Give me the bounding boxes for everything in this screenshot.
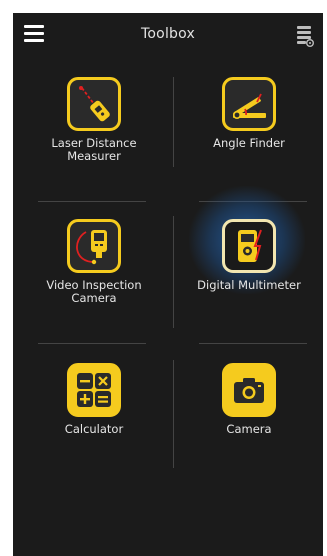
tool-video-inspection-camera[interactable]: Video Inspection Camera	[19, 219, 169, 305]
tool-label: Calculator	[64, 422, 124, 436]
row-divider	[38, 343, 146, 344]
laser-distance-icon	[67, 77, 121, 131]
tool-label: Camera	[226, 422, 272, 436]
row-divider	[38, 201, 146, 202]
settings-list-icon[interactable]	[296, 25, 314, 47]
tool-laser-distance-measurer[interactable]: Laser Distance Measurer	[19, 77, 169, 163]
tool-camera[interactable]: Camera	[174, 363, 324, 436]
tool-label: Video Inspection Camera	[46, 278, 142, 305]
multimeter-icon	[222, 219, 276, 273]
row-divider	[199, 343, 307, 344]
calculator-icon	[67, 363, 121, 417]
angle-finder-icon	[222, 77, 276, 131]
tool-label: Laser Distance Measurer	[51, 136, 137, 163]
video-inspection-icon	[67, 219, 121, 273]
top-bar: Toolbox	[13, 13, 323, 59]
tool-label: Angle Finder	[213, 136, 285, 150]
toolbox-screen: Toolbox Laser Distance Measurer Angle Fi…	[13, 13, 323, 556]
tool-digital-multimeter[interactable]: Digital Multimeter	[174, 219, 324, 292]
camera-icon	[222, 363, 276, 417]
page-title: Toolbox	[141, 26, 195, 42]
tool-calculator[interactable]: Calculator	[19, 363, 169, 436]
tool-angle-finder[interactable]: Angle Finder	[174, 77, 324, 150]
tool-label: Digital Multimeter	[197, 278, 301, 292]
